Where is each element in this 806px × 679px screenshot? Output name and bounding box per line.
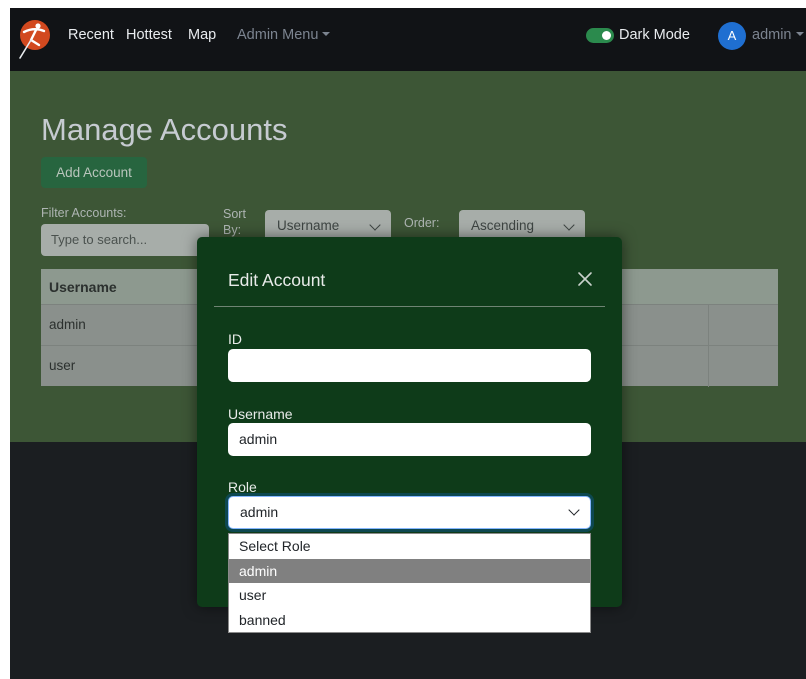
- role-option-user[interactable]: user: [229, 583, 590, 608]
- nav-link-map[interactable]: Map: [188, 27, 216, 43]
- chevron-down-icon: [369, 219, 381, 231]
- username-label: Username: [228, 406, 293, 422]
- role-label: Role: [228, 479, 257, 495]
- role-value: admin: [240, 504, 279, 520]
- page-title: Manage Accounts: [41, 112, 288, 147]
- role-option-admin[interactable]: admin: [229, 558, 590, 583]
- admin-menu-dropdown[interactable]: Admin Menu: [237, 27, 331, 43]
- actions-cell: [708, 305, 778, 346]
- user-name-label: admin: [752, 27, 792, 43]
- caret-down-icon: [322, 32, 331, 36]
- sort-value: Username: [277, 218, 340, 233]
- dark-mode-label: Dark Mode: [619, 27, 690, 43]
- navbar: Recent Hottest Map Admin Menu Dark Mode …: [10, 8, 806, 71]
- modal-title: Edit Account: [228, 270, 326, 290]
- chevron-down-icon: [563, 219, 575, 231]
- role-option-select-role[interactable]: Select Role: [229, 534, 590, 559]
- toggle-knob: [602, 31, 611, 40]
- order-value: Ascending: [471, 218, 535, 233]
- admin-menu-label: Admin Menu: [237, 27, 319, 43]
- chevron-down-icon: [568, 504, 580, 516]
- user-menu-dropdown[interactable]: admin: [752, 27, 804, 43]
- order-label: Order:: [404, 216, 440, 230]
- close-icon[interactable]: [575, 269, 595, 289]
- username-cell: admin: [49, 317, 86, 332]
- search-input[interactable]: Type to search...: [41, 224, 209, 256]
- role-select[interactable]: admin: [228, 496, 591, 529]
- user-avatar[interactable]: A: [718, 22, 746, 50]
- actions-cell: [708, 346, 778, 387]
- username-field[interactable]: admin: [228, 423, 591, 456]
- filter-label: Filter Accounts:: [41, 206, 127, 220]
- add-account-button[interactable]: Add Account: [41, 157, 147, 188]
- id-field[interactable]: [228, 349, 591, 382]
- role-option-banned[interactable]: banned: [229, 608, 590, 633]
- site-logo[interactable]: [16, 18, 52, 62]
- sort-label: Sort By:: [223, 207, 246, 237]
- username-cell: user: [49, 358, 76, 373]
- caret-down-icon: [795, 32, 804, 36]
- nav-link-recent[interactable]: Recent: [68, 27, 114, 43]
- role-options-list: Select Role admin user banned: [228, 533, 591, 633]
- modal-divider: [214, 306, 605, 307]
- id-label: ID: [228, 331, 242, 347]
- dark-mode-toggle[interactable]: [586, 28, 614, 43]
- column-header-username[interactable]: Username: [49, 279, 117, 295]
- nav-link-hottest[interactable]: Hottest: [126, 27, 172, 43]
